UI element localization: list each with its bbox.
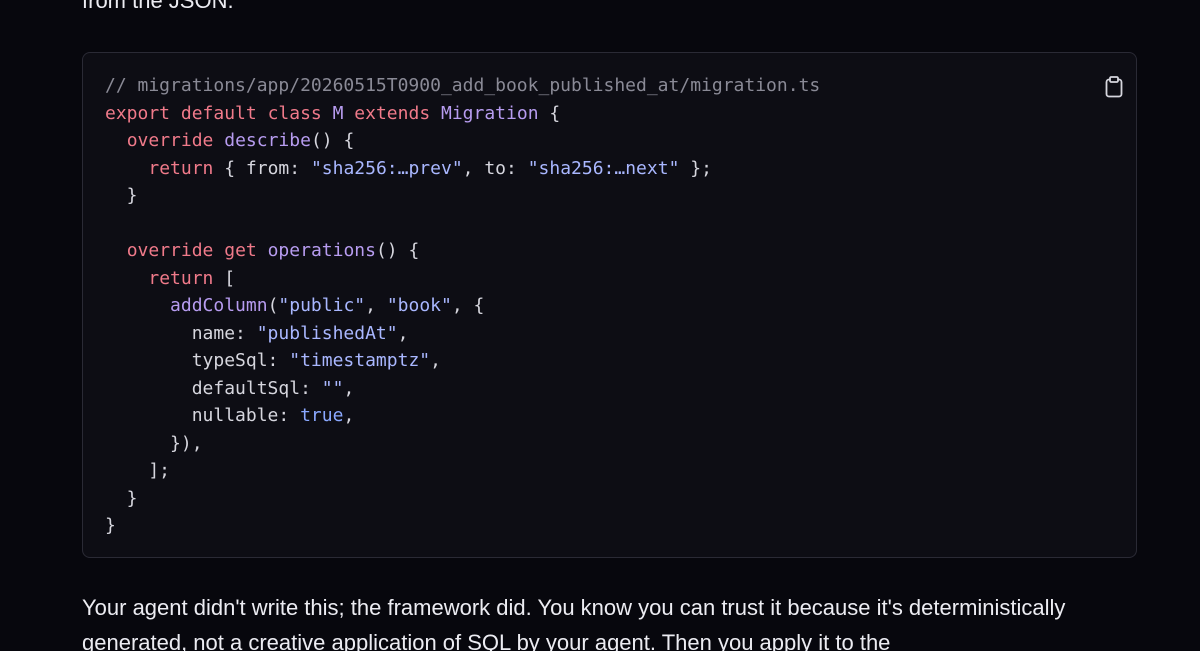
code-token: ,: [397, 322, 409, 344]
code-line: addColumn("public", "book", {: [105, 292, 820, 320]
code-token: () {: [310, 130, 355, 151]
code-token: }: [105, 487, 138, 509]
code-line: override get operations() {: [105, 237, 820, 265]
code-block: // migrations/app/20260515T0900_add_book…: [82, 52, 1137, 558]
code-token: describe: [224, 130, 311, 151]
code-token: ];: [105, 460, 171, 481]
code-token: ,: [430, 350, 441, 371]
code-token: defaultSql:: [105, 377, 322, 399]
code-token: name:: [105, 322, 257, 344]
code-token: typeSql:: [105, 350, 290, 371]
code-token: }: [105, 185, 138, 206]
code-token: "timestamptz": [289, 350, 431, 371]
code-token: };: [679, 157, 712, 179]
code-line: override describe() {: [105, 127, 820, 155]
code-token: return: [148, 267, 214, 289]
code-line: return { from: "sha256:…prev", to: "sha2…: [105, 155, 820, 183]
code-token: override: [126, 240, 214, 261]
code-token: M: [332, 102, 344, 124]
code-token: "book": [386, 295, 452, 316]
code-token: "sha256:…next": [527, 157, 680, 179]
code-token: return: [148, 157, 214, 179]
code-token: [: [213, 267, 236, 289]
code-token: class: [267, 102, 322, 124]
preceding-paragraph-text: from the JSON.: [82, 0, 234, 13]
code-line: }: [105, 512, 820, 540]
code-token: override: [126, 130, 214, 151]
code-token: (: [267, 295, 279, 316]
code-content: // migrations/app/20260515T0900_add_book…: [105, 72, 820, 540]
code-line: typeSql: "timestamptz",: [105, 347, 820, 375]
code-token: ,: [343, 405, 355, 426]
code-token: nullable:: [105, 405, 301, 426]
code-line: name: "publishedAt",: [105, 320, 820, 348]
code-line: }: [105, 485, 820, 513]
code-token: operations: [267, 240, 376, 261]
code-token: }),: [105, 432, 203, 454]
code-token: {: [538, 102, 561, 124]
code-line: nullable: true,: [105, 402, 820, 430]
code-token: }: [105, 515, 116, 536]
code-token: ,: [343, 377, 355, 399]
code-token: ,: [365, 295, 387, 316]
code-token: "": [321, 377, 344, 399]
body-paragraph: Your agent didn't write this; the framew…: [82, 595, 1066, 651]
code-token: "public": [278, 295, 366, 316]
code-line: ];: [105, 457, 820, 485]
code-token: "publishedAt": [256, 322, 398, 344]
code-line: export default class M extends Migration…: [105, 100, 820, 128]
code-token: , {: [451, 295, 485, 316]
copy-code-button[interactable]: [1101, 73, 1127, 101]
code-token: "sha256:…prev": [310, 157, 463, 179]
code-token: default: [180, 102, 257, 124]
code-token: true: [300, 405, 344, 426]
code-token: Migration: [441, 102, 539, 124]
code-line: // migrations/app/20260515T0900_add_book…: [105, 72, 820, 100]
code-line: }: [105, 182, 820, 210]
code-line: defaultSql: "",: [105, 375, 820, 403]
code-token: get: [224, 240, 257, 261]
code-token: () {: [375, 240, 420, 261]
code-token: // migrations/app/20260515T0900_add_book…: [105, 75, 821, 96]
code-token: , to:: [462, 157, 528, 179]
code-line: return [: [105, 265, 820, 293]
code-token: { from:: [213, 157, 311, 179]
code-token: addColumn: [170, 295, 268, 316]
code-token: extends: [354, 102, 431, 124]
clipboard-icon: [1105, 76, 1123, 98]
code-token: export: [105, 102, 171, 124]
code-line: }),: [105, 430, 820, 458]
